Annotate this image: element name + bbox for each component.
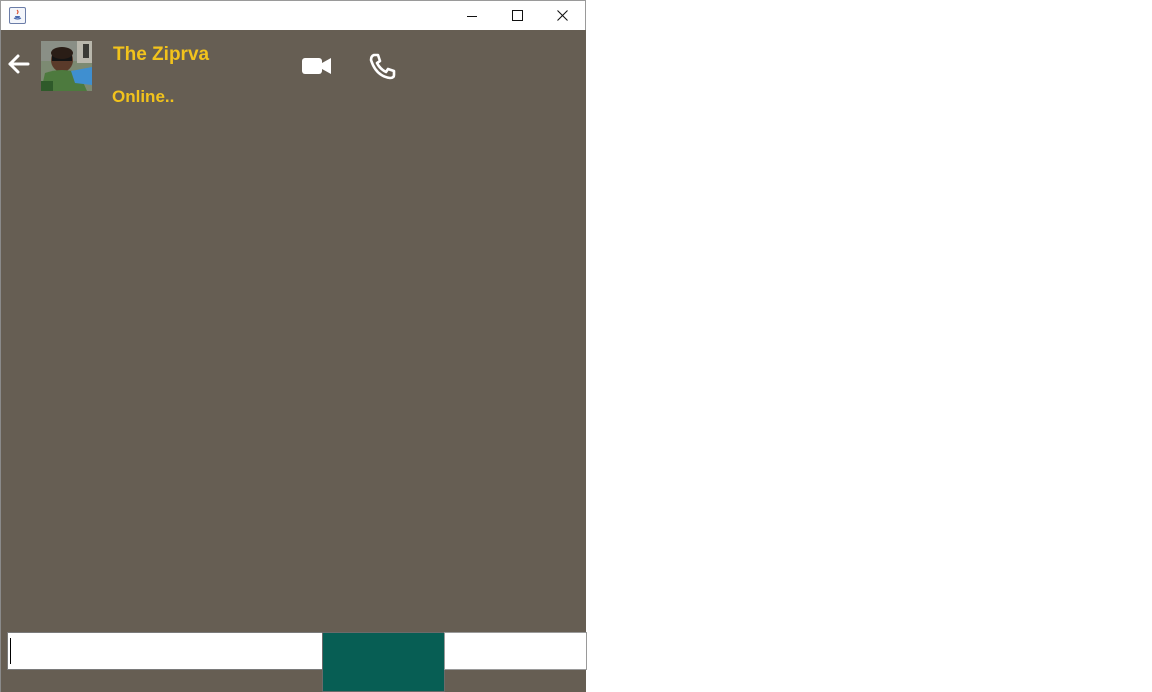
back-button[interactable] (7, 52, 31, 76)
app-window: The Ziprva Online.. (0, 0, 587, 692)
phone-icon (369, 53, 396, 80)
title-bar (0, 0, 586, 30)
voice-call-button[interactable] (368, 52, 398, 80)
maximize-icon (512, 10, 523, 21)
contact-avatar[interactable] (41, 41, 92, 91)
arrow-left-icon (8, 54, 30, 74)
contact-status: Online.. (112, 87, 175, 106)
minimize-button[interactable] (449, 1, 495, 31)
minimize-icon (467, 16, 477, 17)
video-call-button[interactable] (300, 53, 334, 79)
maximize-button[interactable] (494, 1, 540, 31)
close-button[interactable] (540, 1, 586, 31)
text-caret (10, 638, 11, 664)
message-input[interactable] (7, 632, 323, 670)
chat-panel: The Ziprva Online.. (0, 30, 587, 692)
video-camera-icon (302, 58, 331, 74)
close-icon (557, 10, 568, 21)
java-icon (9, 7, 26, 24)
send-button[interactable] (322, 632, 445, 692)
contact-name: The Ziprva (113, 44, 210, 65)
secondary-field[interactable] (444, 632, 587, 670)
